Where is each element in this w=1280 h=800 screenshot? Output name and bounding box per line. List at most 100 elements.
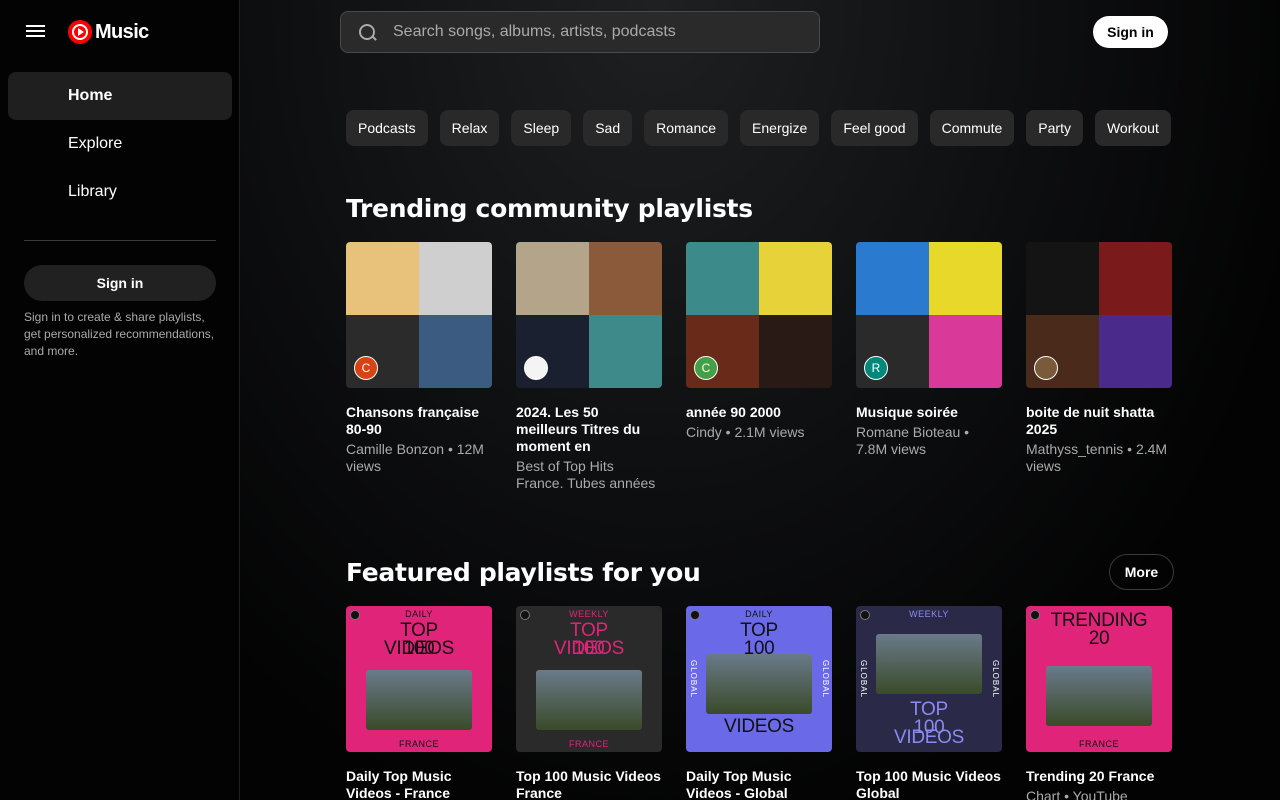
- playlist-subtitle: Camille Bonzon • 12M views: [346, 441, 484, 474]
- playlist-thumbnail[interactable]: [1026, 242, 1172, 388]
- playlist-title[interactable]: Daily Top Music Videos - France: [346, 768, 492, 800]
- playlist-thumbnail[interactable]: [516, 242, 662, 388]
- playlist-thumbnail[interactable]: R: [856, 242, 1002, 388]
- creator-avatar: [1034, 356, 1058, 380]
- sidebar-item-label: Library: [68, 183, 117, 200]
- playlist-title[interactable]: année 90 2000: [686, 404, 832, 421]
- more-button[interactable]: More: [1109, 554, 1174, 590]
- playlist-card[interactable]: 2024. Les 50 meilleurs Titres du moment …: [516, 242, 662, 492]
- playlist-title[interactable]: boite de nuit shatta 2025: [1026, 404, 1172, 438]
- playlist-subtitle: Chart • YouTube Charts: [1026, 788, 1128, 800]
- playlist-subtitle: Mathyss_tennis • 2.4M views: [1026, 441, 1168, 474]
- playlist-title[interactable]: Musique soirée: [856, 404, 1002, 421]
- sidebar-item-label: Explore: [68, 135, 123, 152]
- chip-feel-good[interactable]: Feel good: [831, 110, 918, 146]
- featured-playlists-row: DAILY TOP 100 VIDEOS FRANCE Daily Top Music V…: [346, 606, 1172, 800]
- global-side-text: GLOBAL: [991, 659, 1000, 698]
- chart-heading-sub: VIDEOS: [554, 638, 624, 659]
- video-still-image: [536, 670, 642, 730]
- chart-thumbnail[interactable]: WEEKLY TOP 100 VIDEOS FRANCE: [516, 606, 662, 752]
- chart-period-label: WEEKLY: [569, 609, 609, 619]
- menu-icon[interactable]: [24, 22, 48, 42]
- sidebar-divider: [24, 240, 216, 241]
- chart-region-label: FRANCE: [398, 739, 439, 749]
- chip-romance[interactable]: Romance: [644, 110, 729, 146]
- thumbnail-tile: [686, 315, 759, 388]
- chip-sleep[interactable]: Sleep: [511, 110, 572, 146]
- thumbnail-tile: [1026, 315, 1099, 388]
- sidebar-item-home[interactable]: Home: [8, 72, 232, 120]
- video-still-image: [706, 654, 812, 714]
- video-still-image: [366, 670, 472, 730]
- thumbnail-tile: [856, 315, 929, 388]
- thumbnail-tile: [1099, 315, 1172, 388]
- playlist-card[interactable]: Cannée 90 2000 Cindy • 2.1M views: [686, 242, 832, 492]
- playlist-thumbnail[interactable]: C: [346, 242, 492, 388]
- global-side-text: GLOBAL: [821, 659, 830, 698]
- play-logo-icon: [68, 20, 92, 44]
- chart-thumbnail[interactable]: TRENDING 20 FRANCE: [1026, 606, 1172, 752]
- thumbnail-tile: [759, 242, 832, 315]
- thumbnail-tile: [589, 315, 662, 388]
- search-input[interactable]: [393, 12, 813, 52]
- global-side-text: GLOBAL: [689, 659, 698, 698]
- thumbnail-tile: [346, 242, 419, 315]
- global-side-text: GLOBAL: [859, 659, 868, 698]
- thumbnail-tile: [516, 242, 589, 315]
- playlist-card[interactable]: boite de nuit shatta 2025 Mathyss_tennis …: [1026, 242, 1172, 492]
- playlist-title[interactable]: Chansons française 80-90: [346, 404, 492, 438]
- chart-heading-number: 20: [1088, 628, 1110, 649]
- youtube-music-logo[interactable]: Music: [68, 20, 149, 44]
- thumbnail-tile: [346, 315, 419, 388]
- playlist-title[interactable]: Top 100 Music Videos Global: [856, 768, 1002, 800]
- chip-relax[interactable]: Relax: [439, 110, 500, 146]
- sidebar-sign-in-button[interactable]: Sign in: [24, 265, 216, 301]
- chart-period-label: DAILY: [405, 609, 433, 619]
- search-icon[interactable]: [359, 24, 377, 42]
- chip-sad[interactable]: Sad: [583, 110, 633, 146]
- search-bar[interactable]: [340, 11, 820, 53]
- video-still-image: [1046, 666, 1152, 726]
- featured-playlist-card[interactable]: WEEKLY TOP 100 VIDEOS FRANCE Top 100 Music Vi…: [516, 606, 662, 800]
- creator-avatar: [524, 356, 548, 380]
- sidebar-item-library[interactable]: Library: [8, 168, 232, 216]
- thumbnail-tile: [759, 315, 832, 388]
- thumbnail-tile: [419, 315, 492, 388]
- chip-podcasts[interactable]: Podcasts: [346, 110, 428, 146]
- playlist-title[interactable]: Top 100 Music Videos France: [516, 768, 662, 800]
- chip-energize[interactable]: Energize: [740, 110, 820, 146]
- chart-heading-sub: VIDEOS: [894, 727, 964, 748]
- sidebar-item-explore[interactable]: Explore: [8, 120, 232, 168]
- playlist-card[interactable]: R Musique soirée Romane Bioteau • 7.8M vie…: [856, 242, 1002, 492]
- chart-heading-sub: VIDEOS: [724, 716, 794, 737]
- playlist-subtitle: Romane Bioteau • 7.8M views: [856, 424, 970, 457]
- chip-commute[interactable]: Commute: [929, 110, 1015, 146]
- chart-thumbnail[interactable]: DAILY TOP 100 VIDEOS FRANCE: [346, 606, 492, 752]
- main-content: Sign in Podcasts Relax Sleep Sad Romance Ener…: [240, 0, 1280, 800]
- playlist-thumbnail[interactable]: C: [686, 242, 832, 388]
- playlist-title[interactable]: Trending 20 France: [1026, 768, 1172, 785]
- featured-playlist-card[interactable]: DAILY TOP 100 VIDEOS FRANCE Daily Top Music V…: [346, 606, 492, 800]
- playlist-card[interactable]: C Chansons française 80-90 Camille Bonzon …: [346, 242, 492, 492]
- chip-party[interactable]: Party: [1026, 110, 1083, 146]
- trending-section-title: Trending community playlists: [346, 194, 753, 223]
- chart-thumbnail[interactable]: DAILY TOP 100 VIDEOS GLOBAL GLOBAL: [686, 606, 832, 752]
- playlist-title[interactable]: Daily Top Music Videos - Global: [686, 768, 832, 800]
- trending-playlists-row: C Chansons française 80-90 Camille Bonzon …: [346, 242, 1172, 492]
- thumbnail-tile: [686, 242, 759, 315]
- featured-playlist-card[interactable]: TRENDING 20 FRANCE Trending 20 France Chart …: [1026, 606, 1172, 800]
- chart-thumbnail[interactable]: WEEKLY TOP 100 VIDEOS GLOBAL GLOBAL: [856, 606, 1002, 752]
- featured-playlist-card[interactable]: DAILY TOP 100 VIDEOS GLOBAL GLOBAL Daily Top M…: [686, 606, 832, 800]
- chart-region-label: FRANCE: [1078, 739, 1119, 749]
- chip-workout[interactable]: Workout: [1094, 110, 1171, 146]
- thumbnail-tile: [516, 315, 589, 388]
- sidebar-nav: Home Explore Library: [8, 72, 232, 216]
- creator-avatar: C: [354, 356, 378, 380]
- chart-period-label: DAILY: [745, 609, 773, 619]
- featured-section-title: Featured playlists for you: [346, 558, 701, 587]
- featured-playlist-card[interactable]: WEEKLY TOP 100 VIDEOS GLOBAL GLOBAL Top 100 Mu…: [856, 606, 1002, 800]
- playlist-title[interactable]: 2024. Les 50 meilleurs Titres du moment …: [516, 404, 662, 455]
- video-still-image: [876, 634, 982, 694]
- header-sign-in-button[interactable]: Sign in: [1093, 16, 1168, 48]
- creator-avatar: R: [864, 356, 888, 380]
